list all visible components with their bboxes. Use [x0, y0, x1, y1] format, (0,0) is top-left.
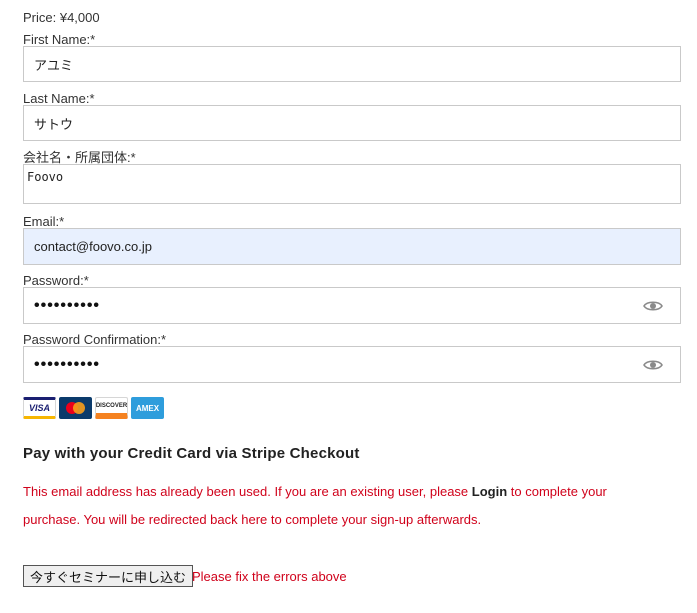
email-input[interactable]: contact@foovo.co.jp: [23, 228, 681, 265]
discover-card-icon: DISCOVER: [95, 397, 128, 419]
company-value: Foovo: [27, 170, 64, 184]
company-textarea[interactable]: Foovo: [23, 164, 681, 204]
amex-card-icon: AMEX: [131, 397, 164, 419]
mastercard-icon: [59, 397, 92, 419]
error-text-before: This email address has already been used…: [23, 484, 472, 499]
password-value: ••••••••••: [34, 296, 101, 314]
first-name-value: アユミ: [34, 57, 74, 73]
payment-heading: Pay with your Credit Card via Stripe Che…: [23, 445, 360, 462]
last-name-value: サトウ: [34, 116, 74, 132]
password-confirm-input[interactable]: ••••••••••: [23, 346, 681, 383]
last-name-input[interactable]: サトウ: [23, 105, 681, 141]
signup-form: Price: ¥4,000 First Name:* アユミ Last Name…: [0, 0, 697, 613]
eye-icon[interactable]: [643, 299, 663, 313]
card-logos: VISA DISCOVER AMEX: [23, 397, 164, 419]
eye-icon[interactable]: [643, 358, 663, 372]
password-input[interactable]: ••••••••••: [23, 287, 681, 324]
visa-card-icon: VISA: [23, 397, 56, 419]
password-confirm-value: ••••••••••: [34, 355, 101, 373]
submit-error-message: Please fix the errors above: [192, 569, 347, 584]
email-error-message: This email address has already been used…: [23, 478, 663, 534]
submit-button[interactable]: 今すぐセミナーに申し込む: [23, 565, 194, 587]
email-value: contact@foovo.co.jp: [34, 239, 152, 254]
login-link[interactable]: Login: [472, 484, 507, 499]
price-label: Price: ¥4,000: [23, 10, 100, 25]
first-name-input[interactable]: アユミ: [23, 46, 681, 82]
